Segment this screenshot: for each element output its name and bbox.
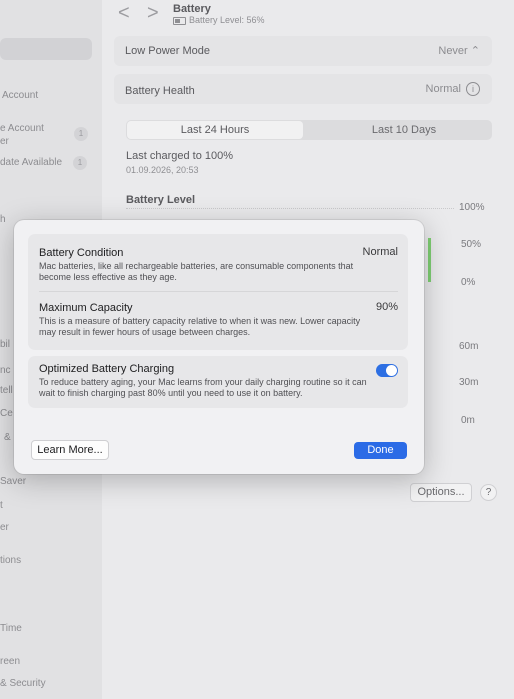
axis-label-0m: 0m (461, 415, 475, 426)
axis-label-50: 50% (461, 239, 482, 250)
sidebar-item-er[interactable]: er (0, 136, 9, 147)
sidebar-item-reen[interactable]: reen (0, 656, 20, 667)
sidebar-item-tell[interactable]: tell (0, 385, 13, 396)
maximum-capacity-value: 90% (375, 301, 398, 313)
sidebar-selected-item[interactable] (0, 38, 92, 60)
divider (39, 291, 398, 292)
sidebar-item-update[interactable]: date Available (0, 157, 62, 168)
battery-health-sheet: Battery Condition Normal Mac batteries, … (14, 220, 424, 474)
battery-health-value: Normal (425, 83, 461, 95)
sidebar-item-screen-time[interactable]: Time (0, 623, 22, 634)
battery-level-subtitle: Battery Level: 56% (173, 15, 265, 25)
low-power-select[interactable]: Never ⌃ (438, 44, 480, 57)
time-range-segmented-control: Last 24 Hours Last 10 Days (126, 120, 492, 140)
chevron-updown-icon: ⌃ (470, 45, 480, 57)
battery-health-label: Battery Health (125, 85, 195, 97)
low-power-value: Never (438, 45, 468, 57)
sidebar-item-account-2[interactable]: e Account (0, 123, 44, 134)
sidebar-item-er-2[interactable]: er (0, 522, 9, 533)
sidebar-item-amp[interactable]: & (4, 432, 11, 443)
maximum-capacity-desc: This is a measure of battery capacity re… (39, 316, 361, 337)
axis-label-30m: 30m (459, 377, 479, 388)
optimized-charging-card: Optimized Battery Charging To reduce bat… (28, 356, 408, 408)
battery-level-heading: Battery Level (126, 194, 196, 206)
sidebar-badge-update: 1 (73, 156, 87, 170)
maximum-capacity-title: Maximum Capacity (39, 302, 133, 314)
sidebar-item-nc[interactable]: nc (0, 365, 11, 376)
learn-more-button[interactable]: Learn More... (31, 440, 109, 460)
sidebar-item-t[interactable]: t (0, 500, 3, 511)
battery-level-bar (428, 238, 431, 282)
toggle-knob (386, 365, 397, 376)
sidebar-item-ce[interactable]: Ce (0, 408, 13, 419)
battery-health-value-wrap: Normal i (426, 82, 480, 96)
optimized-charging-title: Optimized Battery Charging (39, 363, 175, 375)
axis-label-0: 0% (461, 277, 476, 288)
optimized-charging-toggle[interactable] (376, 364, 398, 377)
sidebar-item-tions[interactable]: tions (0, 555, 21, 566)
sidebar-item-bil[interactable]: bil (0, 339, 10, 350)
sidebar-badge: 1 (74, 127, 88, 141)
low-power-label: Low Power Mode (125, 45, 210, 57)
battery-info-card: Battery Condition Normal Mac batteries, … (28, 234, 408, 350)
options-button[interactable]: Options... (410, 483, 472, 502)
tab-last-10-days[interactable]: Last 10 Days (316, 120, 492, 140)
axis-label-100: 100% (459, 202, 485, 213)
sidebar-item-account[interactable]: Account (2, 90, 38, 101)
last-charged-label: Last charged to 100% (126, 150, 234, 162)
battery-level-text: Battery Level: 56% (189, 15, 265, 25)
forward-icon[interactable]: > (147, 2, 159, 25)
done-button[interactable]: Done (354, 442, 407, 459)
back-icon[interactable]: < (118, 2, 130, 25)
battery-condition-value: Normal (362, 246, 398, 258)
last-charged-time: 01.09.2026, 20:53 (126, 165, 199, 175)
battery-condition-desc: Mac batteries, like all rechargeable bat… (39, 261, 354, 282)
battery-icon (173, 16, 186, 25)
page-title: Battery (173, 3, 211, 15)
tab-last-24-hours[interactable]: Last 24 Hours (127, 121, 303, 139)
low-power-row: Low Power Mode Never ⌃ (114, 36, 492, 66)
sidebar-item-saver[interactable]: Saver (0, 476, 26, 487)
help-button[interactable]: ? (480, 484, 497, 501)
optimized-charging-desc: To reduce battery aging, your Mac learns… (39, 377, 367, 398)
axis-label-60m: 60m (459, 341, 479, 352)
battery-health-row: Battery Health Normal i (114, 74, 492, 104)
sidebar-item-security[interactable]: & Security (0, 678, 46, 689)
battery-condition-title: Battery Condition (39, 247, 124, 259)
info-icon[interactable]: i (466, 82, 480, 96)
sidebar-item-h[interactable]: h (0, 214, 6, 225)
